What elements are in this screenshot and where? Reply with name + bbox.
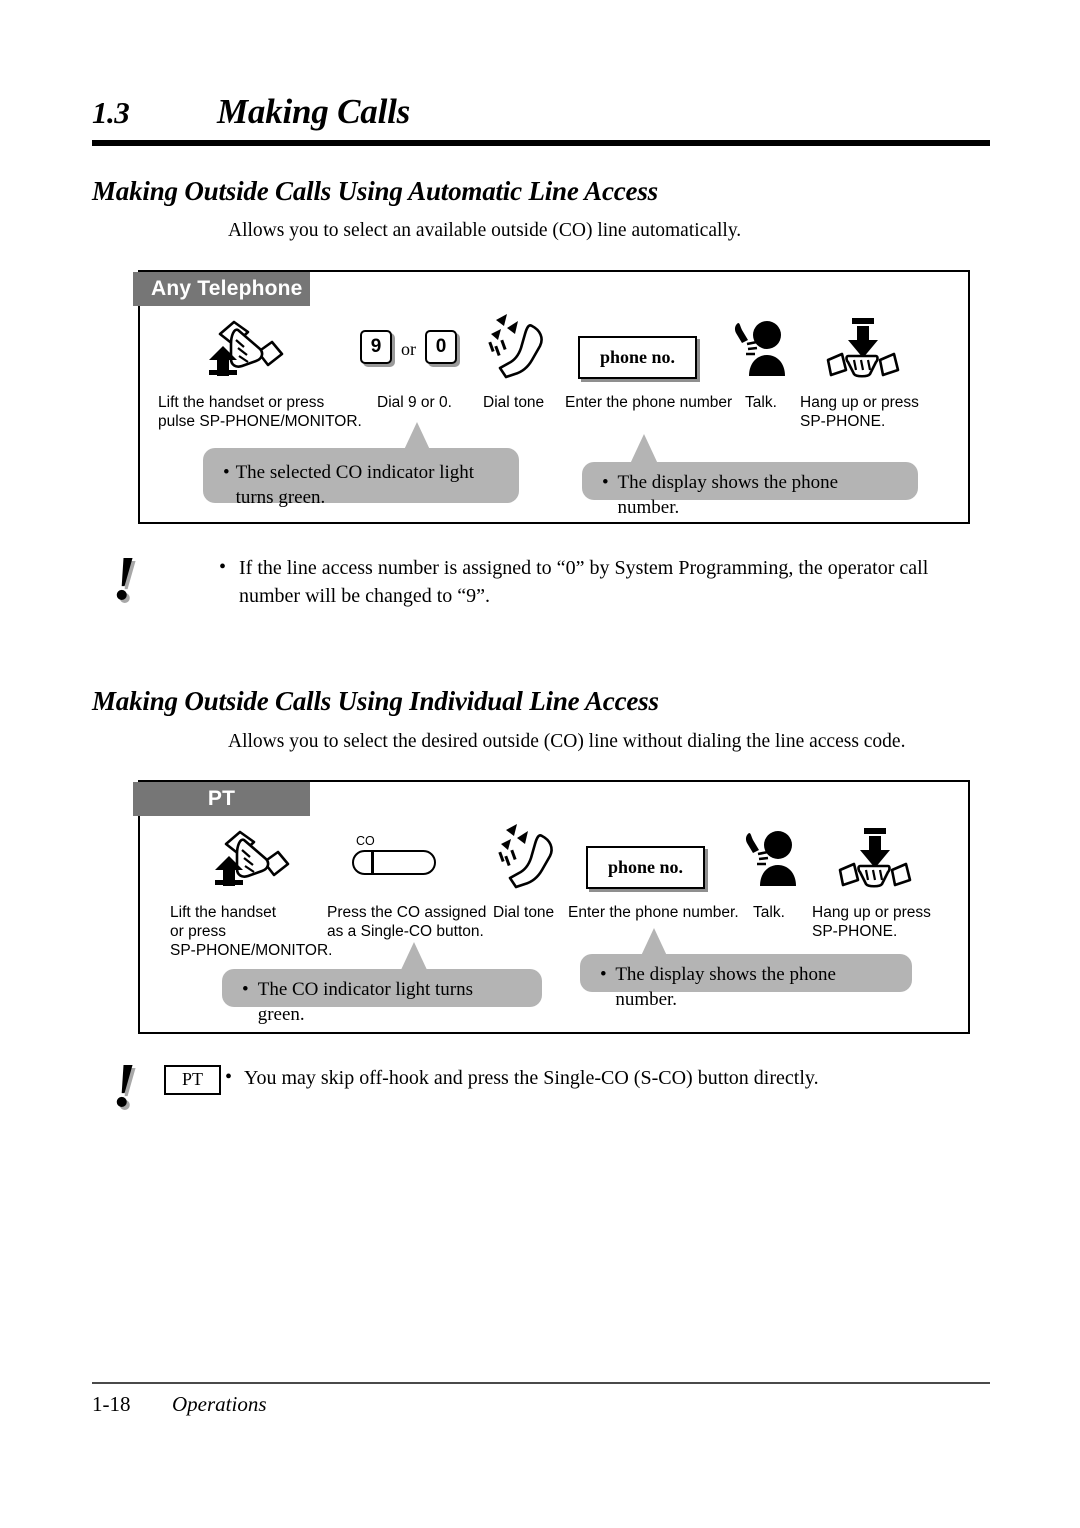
co-button-icon: CO [352, 834, 438, 875]
procedure-tab-label: Any Telephone [151, 277, 303, 300]
step-label-1-3: Dial tone [483, 394, 545, 411]
note-exclamation-icon-1: ! [112, 545, 137, 613]
document-page: 1.3 Making Calls Making Outside Calls Us… [0, 0, 1080, 1528]
display-text: phone no. [586, 846, 706, 889]
callout-bullet: • [602, 472, 609, 493]
note-pt-chip: PT [164, 1065, 222, 1095]
step-label-2-1: Lift the handset or press SP-PHONE/MONIT… [170, 904, 333, 959]
co-button-label: CO [356, 834, 375, 848]
note-text-2: You may skip off-hook and press the Sing… [244, 1067, 819, 1089]
callout-text: The display shows the phone number. [617, 472, 839, 519]
callout-text: The display shows the phone number. [615, 964, 836, 1011]
footer-page-number: 1-18 [92, 1392, 131, 1416]
step-label-2-4: Enter the phone number. [568, 904, 739, 921]
dial-tone-icon [492, 822, 566, 894]
callout-bullet: • [242, 979, 249, 1000]
lift-handset-icon [196, 316, 286, 378]
step-label-2-6: Hang up or press SP-PHONE. [812, 904, 931, 940]
step-label-2-5: Talk. [753, 904, 785, 921]
key-9[interactable]: 9 [360, 330, 392, 364]
procedure-tab-label: PT [207, 787, 236, 810]
callout-bullet: • [223, 462, 230, 483]
section-1-description: Allows you to select an available outsid… [228, 220, 742, 241]
display-box-icon: phone no. [578, 336, 698, 379]
section-2-description: Allows you to select the desired outside… [228, 731, 906, 752]
callout-2-1: • The CO indicator light turns green. [222, 969, 542, 1025]
section-2-title: Making Outside Calls Using Individual Li… [92, 686, 659, 716]
chapter-title: Making Calls [217, 92, 411, 131]
dial-tone-icon [482, 312, 556, 384]
callout-1-2: • The display shows the phone number. [582, 462, 918, 518]
callout-1-1: • The selected CO indicator light turns … [203, 448, 519, 508]
key-or-separator: or [401, 338, 416, 359]
callout-bullet: • [600, 964, 607, 985]
hang-up-icon [832, 826, 916, 890]
display-box-icon: phone no. [586, 846, 706, 889]
callout-text: The CO indicator light turns green. [257, 979, 474, 1026]
lift-handset-icon [202, 826, 292, 888]
step-label-1-5: Talk. [745, 394, 777, 411]
callout-pointer-1-2 [630, 434, 658, 464]
step-label-1-1: Lift the handset or press pulse SP-PHONE… [158, 394, 362, 430]
callout-text: The selected CO indicator light turns gr… [235, 462, 475, 509]
procedure-tab-any-telephone: Any Telephone [133, 272, 310, 306]
note-bullet-1: • [219, 556, 227, 578]
note-bullet-2: • [225, 1066, 233, 1088]
chapter-divider [92, 140, 990, 146]
display-text: phone no. [578, 336, 698, 379]
note-exclamation-icon-2: ! [112, 1052, 137, 1120]
callout-pointer-2-1 [400, 942, 428, 972]
key-0[interactable]: 0 [425, 330, 457, 364]
step-label-1-6: Hang up or press SP-PHONE. [800, 394, 919, 430]
section-1-title: Making Outside Calls Using Automatic Lin… [92, 176, 658, 206]
hang-up-icon [820, 316, 904, 380]
co-button-shape[interactable] [352, 850, 436, 875]
dial-keys-icon: 9 or 0 [360, 330, 457, 364]
footer-divider [92, 1382, 990, 1384]
talk-person-icon [738, 828, 802, 888]
footer-section-name: Operations [172, 1392, 267, 1416]
talk-person-icon [727, 318, 791, 378]
callout-2-2: • The display shows the phone number. [580, 954, 912, 1010]
chapter-number: 1.3 [92, 95, 130, 130]
chapter-header: 1.3 Making Calls [92, 92, 990, 146]
step-label-1-4: Enter the phone number [565, 394, 733, 411]
procedure-tab-pt: PT [133, 782, 310, 816]
note-text-1: If the line access number is assigned to… [239, 557, 929, 608]
